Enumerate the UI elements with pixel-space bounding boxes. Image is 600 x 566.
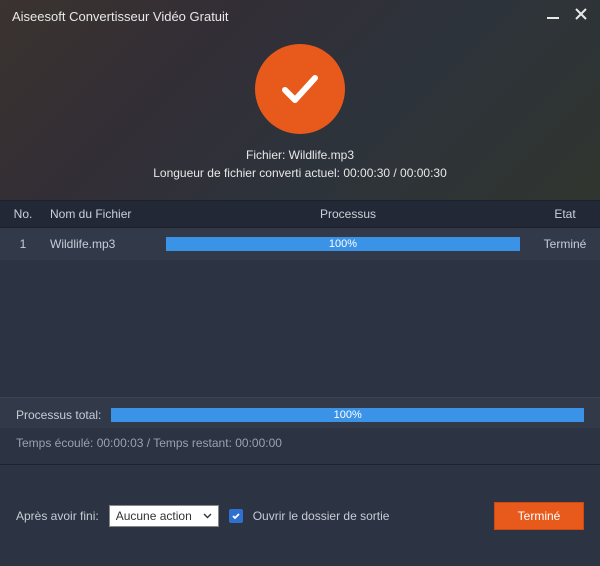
current-file-label: Fichier: Wildlife.mp3 — [246, 148, 354, 162]
open-folder-label: Ouvrir le dossier de sortie — [253, 509, 390, 523]
row-progress-bar: 100% — [166, 237, 520, 251]
done-button-label: Terminé — [518, 509, 561, 523]
success-icon — [255, 44, 345, 134]
after-finish-label: Après avoir fini: — [16, 509, 99, 523]
header: Aiseesoft Convertisseur Vidéo Gratuit Fi… — [0, 0, 600, 200]
row-progress-cell: 100% — [166, 237, 530, 251]
chevron-down-icon — [203, 509, 212, 523]
app-title: Aiseesoft Convertisseur Vidéo Gratuit — [12, 9, 229, 24]
row-status: Terminé — [530, 237, 600, 251]
total-progress-text: 100% — [334, 409, 362, 421]
total-progress-bar: 100% — [111, 408, 584, 422]
done-button[interactable]: Terminé — [494, 502, 584, 530]
col-header-no: No. — [0, 207, 46, 221]
footer: Après avoir fini: Aucune action Ouvrir l… — [0, 465, 600, 566]
col-header-process: Processus — [166, 207, 530, 221]
select-value: Aucune action — [116, 509, 192, 523]
close-icon[interactable] — [574, 7, 588, 26]
row-no: 1 — [0, 237, 46, 251]
table-body: 1 Wildlife.mp3 100% Terminé — [0, 228, 600, 398]
table-row: 1 Wildlife.mp3 100% Terminé — [0, 228, 600, 260]
col-header-etat: Etat — [530, 207, 600, 221]
app-window: Aiseesoft Convertisseur Vidéo Gratuit Fi… — [0, 0, 600, 566]
row-progress-text: 100% — [329, 238, 357, 250]
col-header-name: Nom du Fichier — [46, 207, 166, 221]
times-label: Temps écoulé: 00:00:03 / Temps restant: … — [0, 428, 600, 465]
row-filename: Wildlife.mp3 — [46, 237, 166, 251]
total-progress-section: Processus total: 100% — [0, 398, 600, 428]
titlebar: Aiseesoft Convertisseur Vidéo Gratuit — [0, 0, 600, 32]
table-header: No. Nom du Fichier Processus Etat — [0, 200, 600, 228]
total-progress-label: Processus total: — [16, 408, 101, 422]
window-controls — [546, 7, 588, 26]
minimize-icon[interactable] — [546, 7, 560, 26]
after-finish-select[interactable]: Aucune action — [109, 505, 219, 527]
file-length-label: Longueur de fichier converti actuel: 00:… — [153, 166, 447, 180]
open-folder-checkbox[interactable] — [229, 509, 243, 523]
